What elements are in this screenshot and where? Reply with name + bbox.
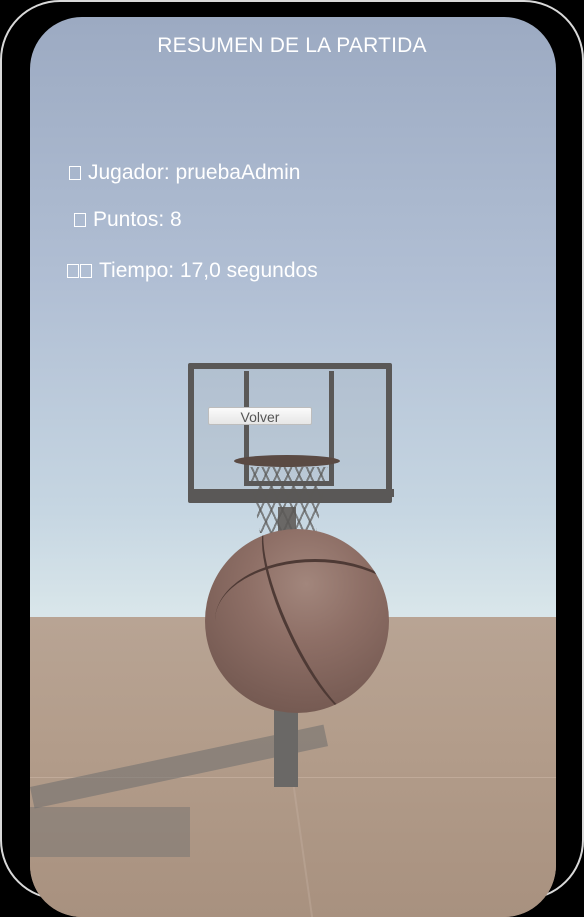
time-row: Tiempo: 17,0 segundos <box>67 259 318 283</box>
missing-glyph-icon <box>80 264 92 278</box>
backboard-shadow <box>30 807 190 857</box>
summary-title: RESUMEN DE LA PARTIDA <box>157 34 427 57</box>
missing-glyph-icon <box>67 264 79 278</box>
missing-glyph-icon <box>74 213 86 227</box>
time-label: Tiempo: 17,0 segundos <box>99 259 318 282</box>
hoop-rim <box>234 455 340 467</box>
game-viewport <box>30 17 556 917</box>
player-label: Jugador: pruebaAdmin <box>88 161 301 184</box>
hoop-pole <box>274 707 298 787</box>
back-button[interactable]: Volver <box>208 407 312 425</box>
basketball <box>205 529 389 713</box>
hoop-net <box>248 467 328 533</box>
points-label: Puntos: 8 <box>93 208 182 231</box>
points-row: Puntos: 8 <box>74 208 182 232</box>
player-row: Jugador: pruebaAdmin <box>69 161 300 185</box>
missing-glyph-icon <box>69 166 81 180</box>
